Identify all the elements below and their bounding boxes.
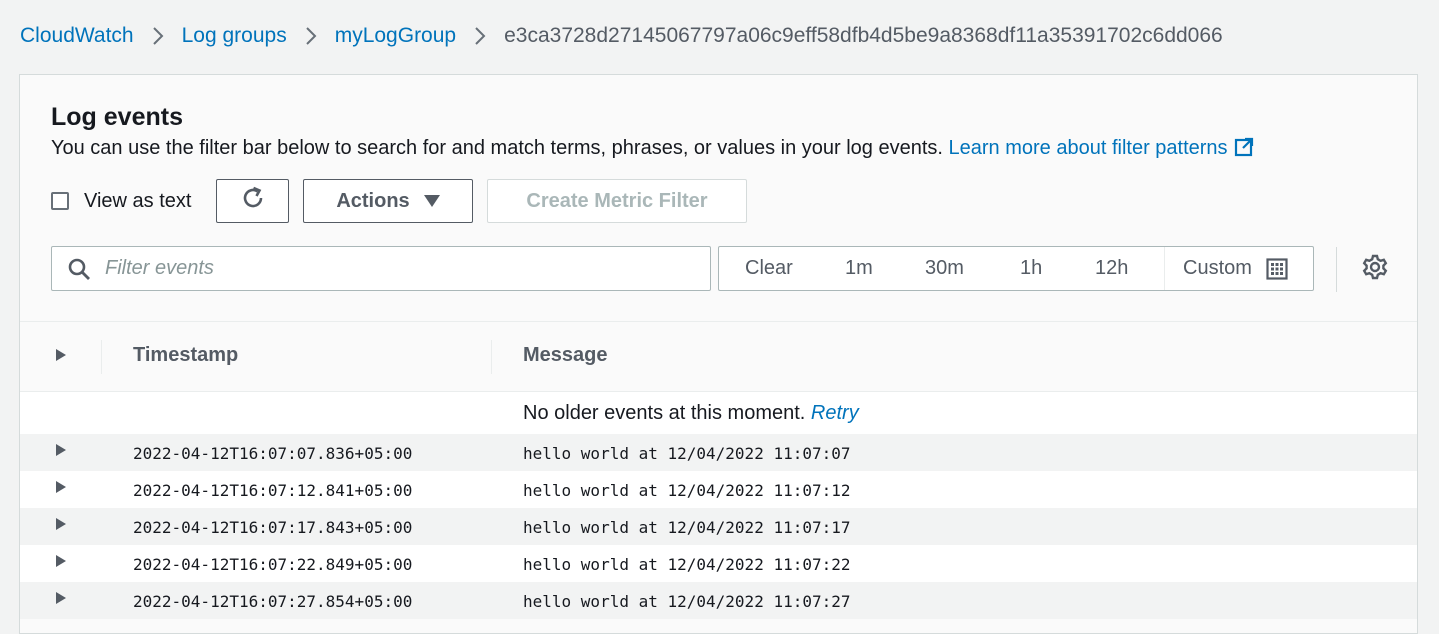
time-range-clear[interactable]: Clear: [745, 247, 793, 290]
refresh-icon: [240, 185, 266, 217]
filter-events-input[interactable]: [103, 256, 667, 281]
panel-description: You can use the filter bar below to sear…: [51, 137, 1254, 163]
no-older-events-text: No older events at this moment.: [523, 402, 806, 424]
column-divider: [101, 340, 102, 374]
log-events-rows: 2022-04-12T16:07:07.836+05:00 hello worl…: [20, 434, 1417, 619]
expand-row-icon[interactable]: [55, 480, 67, 499]
row-timestamp: 2022-04-12T16:07:17.843+05:00: [133, 518, 413, 537]
time-range-custom[interactable]: Custom: [1164, 247, 1315, 290]
expand-all-icon[interactable]: [55, 348, 67, 367]
table-row[interactable]: 2022-04-12T16:07:17.843+05:00 hello worl…: [20, 508, 1417, 545]
column-divider[interactable]: [491, 340, 492, 374]
row-message: hello world at 12/04/2022 11:07:27: [523, 592, 851, 611]
row-timestamp: 2022-04-12T16:07:22.849+05:00: [133, 555, 413, 574]
chevron-right-icon: [152, 26, 164, 46]
filter-events-field[interactable]: [51, 246, 711, 291]
row-message: hello world at 12/04/2022 11:07:07: [523, 444, 851, 463]
row-message: hello world at 12/04/2022 11:07:17: [523, 518, 851, 537]
learn-more-link[interactable]: Learn more about filter patterns: [949, 137, 1254, 159]
table-row[interactable]: 2022-04-12T16:07:27.854+05:00 hello worl…: [20, 582, 1417, 619]
toolbar-divider: [1336, 247, 1337, 292]
refresh-button[interactable]: [216, 179, 289, 223]
expand-row-icon[interactable]: [55, 554, 67, 573]
row-message: hello world at 12/04/2022 11:07:22: [523, 555, 851, 574]
expand-row-icon[interactable]: [55, 443, 67, 462]
expand-row-icon[interactable]: [55, 517, 67, 536]
time-range-custom-label: Custom: [1183, 257, 1252, 279]
row-message: hello world at 12/04/2022 11:07:12: [523, 481, 851, 500]
column-header-timestamp[interactable]: Timestamp: [133, 344, 238, 367]
expand-row-icon[interactable]: [55, 591, 67, 610]
retry-link[interactable]: Retry: [811, 402, 859, 424]
create-metric-filter-button[interactable]: Create Metric Filter: [487, 179, 747, 223]
row-timestamp: 2022-04-12T16:07:07.836+05:00: [133, 444, 413, 463]
breadcrumb: CloudWatch Log groups myLogGroup e3ca372…: [20, 20, 1223, 52]
external-link-icon: [1234, 137, 1254, 163]
table-header: Timestamp Message: [20, 322, 1417, 392]
page-title: Log events: [51, 103, 183, 131]
actions-button[interactable]: Actions: [303, 179, 473, 223]
breadcrumb-log-group[interactable]: myLogGroup: [335, 24, 456, 48]
calendar-icon: [1266, 257, 1288, 280]
breadcrumb-log-groups[interactable]: Log groups: [182, 24, 287, 48]
view-as-text-checkbox[interactable]: [51, 192, 69, 210]
view-as-text-label[interactable]: View as text: [84, 190, 191, 213]
time-range-selector: Clear 1m 30m 1h 12h Custom: [718, 246, 1314, 291]
search-icon: [67, 257, 91, 281]
no-older-events-message: No older events at this moment. Retry: [523, 402, 859, 425]
table-row[interactable]: 2022-04-12T16:07:12.841+05:00 hello worl…: [20, 471, 1417, 508]
table-row[interactable]: 2022-04-12T16:07:07.836+05:00 hello worl…: [20, 434, 1417, 471]
actions-label: Actions: [336, 189, 410, 212]
column-header-message[interactable]: Message: [523, 344, 608, 367]
caret-down-icon: [423, 195, 440, 207]
row-timestamp: 2022-04-12T16:07:12.841+05:00: [133, 481, 413, 500]
chevron-right-icon: [474, 26, 486, 46]
gear-icon: [1362, 254, 1388, 285]
view-as-text-toggle[interactable]: View as text: [51, 179, 191, 223]
no-older-events-row: No older events at this moment. Retry: [20, 392, 1417, 434]
description-text: You can use the filter bar below to sear…: [51, 137, 943, 159]
time-range-1m[interactable]: 1m: [845, 247, 873, 290]
log-events-panel: Log events You can use the filter bar be…: [19, 74, 1418, 634]
learn-more-label[interactable]: Learn more about filter patterns: [949, 137, 1228, 159]
breadcrumb-log-stream: e3ca3728d27145067797a06c9eff58dfb4d5be9a…: [504, 24, 1223, 47]
row-timestamp: 2022-04-12T16:07:27.854+05:00: [133, 592, 413, 611]
time-range-30m[interactable]: 30m: [925, 247, 964, 290]
chevron-right-icon: [305, 26, 317, 46]
settings-button[interactable]: [1362, 254, 1388, 285]
time-range-1h[interactable]: 1h: [1020, 247, 1042, 290]
table-row[interactable]: 2022-04-12T16:07:22.849+05:00 hello worl…: [20, 545, 1417, 582]
time-range-12h[interactable]: 12h: [1095, 247, 1128, 290]
breadcrumb-cloudwatch[interactable]: CloudWatch: [20, 24, 134, 48]
